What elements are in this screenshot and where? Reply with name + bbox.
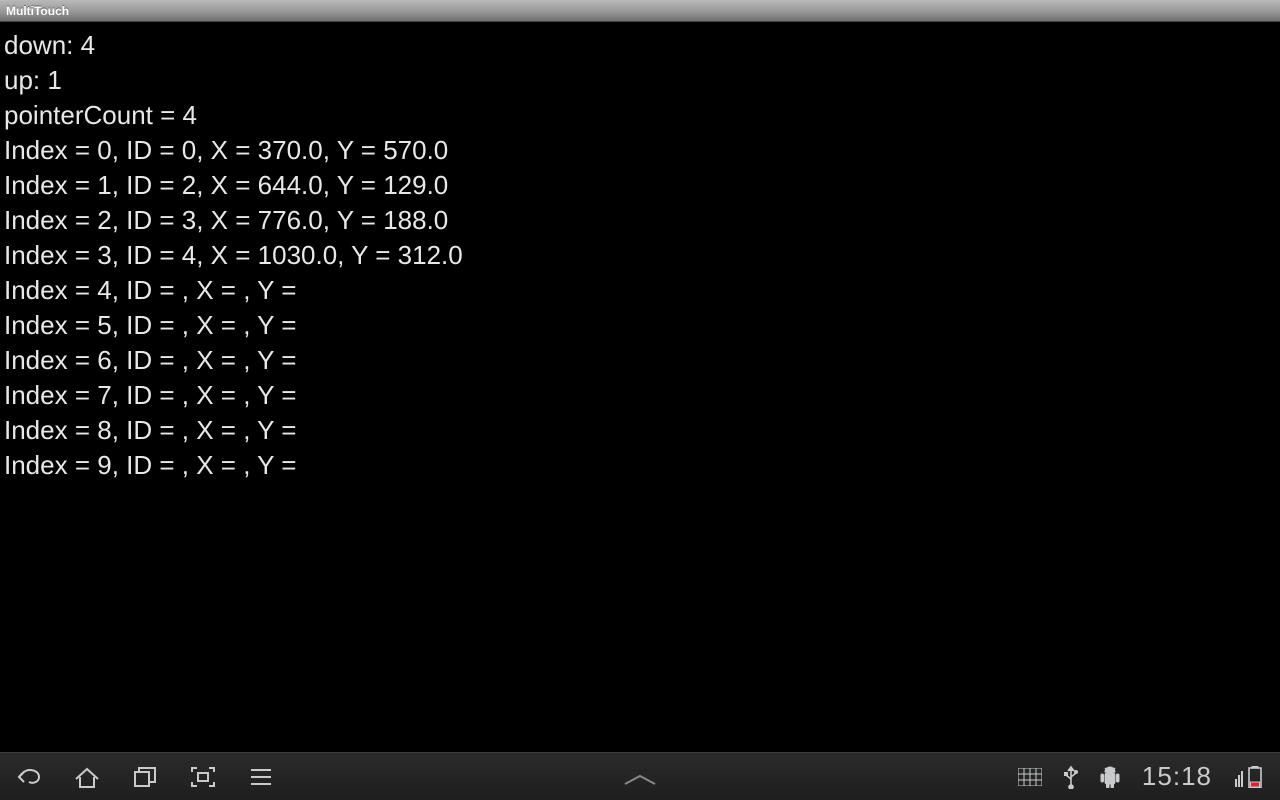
battery-status [1234,766,1262,788]
menu-button[interactable] [232,753,290,800]
android-debug-icon [1100,766,1120,788]
down-label: down: [4,30,73,60]
recent-apps-icon [132,765,158,789]
expand-handle[interactable] [622,773,658,792]
usb-icon [1064,765,1078,789]
recent-apps-button[interactable] [116,753,174,800]
home-icon [73,765,101,789]
clock: 15:18 [1142,761,1212,792]
titlebar: MultiTouch [0,0,1280,22]
back-icon [15,765,43,789]
status-area[interactable]: 15:18 [1018,753,1280,800]
battery-icon [1248,766,1262,788]
up-label: up: [4,65,40,95]
down-value: 4 [81,30,95,60]
system-navbar: 15:18 [0,752,1280,800]
nav-left-group [0,753,290,800]
pointer-row: Index = 2, ID = 3, X = 776.0, Y = 188.0 [4,203,1280,238]
home-button[interactable] [58,753,116,800]
screenshot-button[interactable] [174,753,232,800]
up-value: 1 [47,65,61,95]
pointer-count-label: pointerCount = [4,100,175,130]
pointer-row: Index = 0, ID = 0, X = 370.0, Y = 570.0 [4,133,1280,168]
pointer-row: Index = 9, ID = , X = , Y = [4,448,1280,483]
signal-icon [1234,767,1244,787]
pointer-row: Index = 1, ID = 2, X = 644.0, Y = 129.0 [4,168,1280,203]
pointer-row: Index = 7, ID = , X = , Y = [4,378,1280,413]
pointer-row: Index = 5, ID = , X = , Y = [4,308,1280,343]
app-title: MultiTouch [6,4,69,18]
keyboard-icon [1018,768,1042,786]
screenshot-icon [189,765,217,789]
pointer-row: Index = 8, ID = , X = , Y = [4,413,1280,448]
down-row: down: 4 [4,28,1280,63]
pointer-row: Index = 6, ID = , X = , Y = [4,343,1280,378]
pointer-count-row: pointerCount = 4 [4,98,1280,133]
touch-readout: down: 4 up: 1 pointerCount = 4 Index = 0… [0,22,1280,483]
up-row: up: 1 [4,63,1280,98]
back-button[interactable] [0,753,58,800]
pointer-count-value: 4 [183,100,197,130]
chevron-up-icon [622,773,658,787]
pointer-row: Index = 3, ID = 4, X = 1030.0, Y = 312.0 [4,238,1280,273]
pointer-row: Index = 4, ID = , X = , Y = [4,273,1280,308]
menu-icon [249,767,273,787]
